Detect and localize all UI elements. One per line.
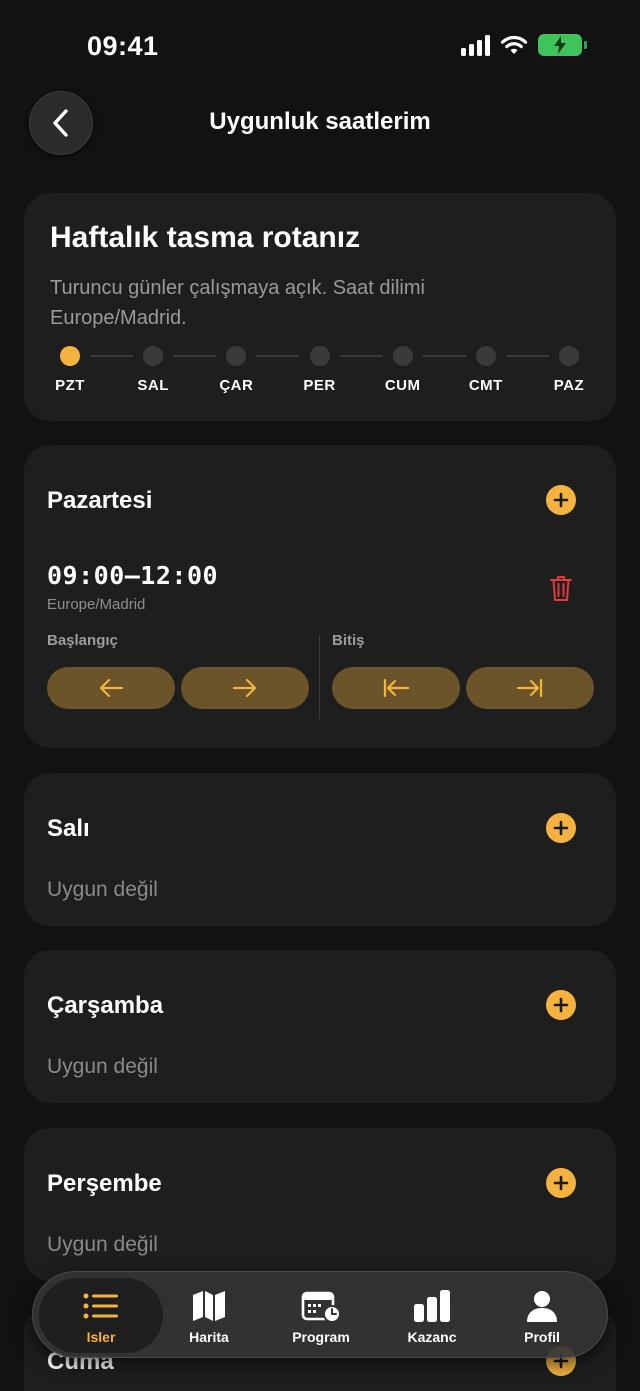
unavailable-text: Uygun değil bbox=[47, 1055, 158, 1078]
rota-connector bbox=[256, 355, 300, 357]
add-slot-button[interactable] bbox=[546, 813, 576, 843]
end-earlier-button[interactable] bbox=[332, 667, 460, 709]
map-icon bbox=[193, 1291, 225, 1321]
day-card-wednesday: Çarşamba Uygun değil bbox=[24, 950, 616, 1103]
day-title: Pazartesi bbox=[47, 487, 153, 514]
person-icon bbox=[527, 1291, 557, 1322]
tab-label: Program bbox=[292, 1329, 350, 1345]
rota-connector bbox=[339, 355, 383, 357]
rota-day-dot bbox=[60, 346, 80, 366]
end-later-button[interactable] bbox=[466, 667, 594, 709]
arrow-left-icon bbox=[99, 678, 124, 698]
battery-icon bbox=[538, 34, 587, 56]
day-card-monday: Pazartesi 09:00–12:00 Europe/Madrid Başl… bbox=[24, 445, 616, 748]
list-icon bbox=[83, 1293, 118, 1319]
day-card-thursday: Perşembe Uygun değil bbox=[24, 1128, 616, 1281]
status-time: 09:41 bbox=[87, 31, 159, 61]
weekly-description: Turuncu günler çalışmaya açık. Saat dili… bbox=[50, 277, 425, 329]
add-slot-button[interactable] bbox=[546, 1168, 576, 1198]
add-slot-button[interactable] bbox=[546, 990, 576, 1020]
tab-harita[interactable]: Harita bbox=[147, 1278, 271, 1353]
rota-day-dot bbox=[559, 346, 579, 366]
rota-day-label: CMT bbox=[468, 377, 503, 394]
plus-icon bbox=[553, 820, 569, 836]
rota-day-label: PAZ bbox=[553, 377, 585, 394]
unavailable-text: Uygun değil bbox=[47, 878, 158, 901]
status-bar: 09:41 bbox=[0, 0, 640, 90]
adjust-divider bbox=[319, 635, 320, 719]
tab-kazanc[interactable]: Kazanc bbox=[370, 1278, 494, 1353]
add-slot-button[interactable] bbox=[546, 485, 576, 515]
rota-day-label: PZT bbox=[55, 377, 85, 394]
rota-connector bbox=[90, 355, 134, 357]
tab-label: Isler bbox=[86, 1329, 116, 1345]
rota-day-dot bbox=[143, 346, 164, 366]
plus-icon bbox=[553, 1175, 569, 1191]
arrow-right-to-line-icon bbox=[516, 678, 543, 698]
rota-day-dot bbox=[226, 346, 247, 366]
rota-day-dot bbox=[309, 346, 330, 366]
tab-isler[interactable]: Isler bbox=[39, 1278, 163, 1353]
trash-icon bbox=[550, 576, 572, 601]
rota-day-label: ÇAR bbox=[219, 377, 254, 394]
rota-connector bbox=[505, 355, 549, 357]
bar-chart-icon bbox=[414, 1290, 450, 1322]
slot-time: 09:00–12:00 bbox=[47, 561, 219, 590]
weekday-rota: PZT SAL ÇAR PER CUM CMT PAZ bbox=[24, 343, 616, 403]
calendar-clock-icon bbox=[301, 1291, 341, 1323]
tab-profil[interactable]: Profil bbox=[480, 1278, 604, 1353]
rota-connector bbox=[422, 355, 466, 357]
start-earlier-button[interactable] bbox=[47, 667, 175, 709]
rota-day-label: SAL bbox=[137, 377, 169, 394]
arrow-left-to-line-icon bbox=[383, 678, 410, 698]
tab-program[interactable]: Program bbox=[259, 1278, 383, 1353]
day-title: Salı bbox=[47, 815, 90, 842]
page-title: Uygunluk saatlerim bbox=[209, 108, 431, 135]
rota-day-dot bbox=[475, 346, 496, 366]
arrow-right-icon bbox=[232, 678, 257, 698]
day-title: Çarşamba bbox=[47, 992, 164, 1019]
tab-label: Profil bbox=[524, 1329, 560, 1345]
unavailable-text: Uygun değil bbox=[47, 1233, 158, 1256]
rota-connector bbox=[173, 355, 217, 357]
start-later-button[interactable] bbox=[181, 667, 309, 709]
weekly-rota-card: Haftalık tasma rotanız Turuncu günler ça… bbox=[24, 193, 616, 421]
rota-day-label: CUM bbox=[384, 377, 421, 394]
weekly-title: Haftalık tasma rotanız bbox=[50, 221, 361, 254]
day-title: Perşembe bbox=[47, 1170, 162, 1197]
bottom-tab-bar: Isler Harita Program Kazanc Profil bbox=[32, 1271, 608, 1358]
wifi-icon bbox=[500, 35, 528, 54]
cellular-signal-icon bbox=[461, 34, 490, 56]
plus-icon bbox=[553, 997, 569, 1013]
start-label: Başlangıç bbox=[47, 632, 118, 649]
delete-slot-button[interactable] bbox=[546, 572, 576, 604]
rota-day-dot bbox=[392, 346, 413, 366]
status-icons bbox=[461, 34, 587, 56]
tab-label: Kazanc bbox=[407, 1329, 457, 1345]
tab-label: Harita bbox=[189, 1329, 229, 1345]
plus-icon bbox=[553, 492, 569, 508]
slot-timezone: Europe/Madrid bbox=[47, 596, 146, 613]
end-label: Bitiş bbox=[332, 632, 365, 649]
rota-day-label: PER bbox=[303, 377, 336, 394]
day-card-tuesday: Salı Uygun değil bbox=[24, 773, 616, 926]
